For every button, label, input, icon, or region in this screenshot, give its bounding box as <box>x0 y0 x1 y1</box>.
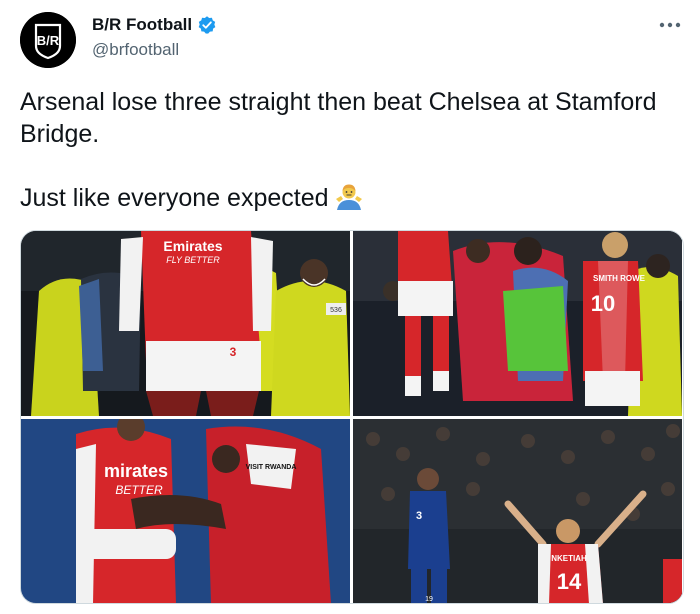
shirt-slogan: FLY BETTER <box>166 255 220 265</box>
tweet-line-1: Arsenal lose three straight then beat Ch… <box>20 88 657 148</box>
photo-arsenal-players-embrace[interactable]: mirates BETTER VISIT RWANDA <box>21 419 350 603</box>
media-grid: 20 536 Emirates FLY BETTER 3 <box>20 230 684 604</box>
steward-vest-text-2: 536 <box>330 307 342 314</box>
shirt-number: 10 <box>591 291 615 316</box>
verified-badge-icon <box>198 16 216 34</box>
chelsea-shorts-number: 19 <box>425 596 433 603</box>
tweet-header: B/R B/R Football @brfootball <box>20 12 684 68</box>
more-options-icon[interactable] <box>656 14 684 36</box>
account-names: B/R Football @brfootball <box>92 15 217 60</box>
photo-chelsea-and-arsenal-players[interactable]: 3 19 NKETIAH 14 <box>353 419 682 603</box>
person-shrugging-emoji-icon <box>335 184 362 210</box>
avatar-text: B/R <box>37 33 60 48</box>
account-handle[interactable]: @brfootball <box>92 40 217 60</box>
tweet-line-2: Just like everyone expected <box>20 182 680 214</box>
sleeve-text: VISIT RWANDA <box>246 464 297 471</box>
photo-arsenal-player-celebrating[interactable]: 20 536 Emirates FLY BETTER 3 <box>21 231 350 416</box>
shirt-name: SMITH ROWE <box>593 274 646 283</box>
br-logo-icon: B/R <box>20 12 76 68</box>
shirt-slogan: BETTER <box>115 483 163 497</box>
tweet-text: Arsenal lose three straight then beat Ch… <box>20 86 680 214</box>
chelsea-shirt-number: 3 <box>416 510 422 522</box>
avatar[interactable]: B/R <box>20 12 76 68</box>
photo-arsenal-team-huddle[interactable]: SMITH ROWE 10 <box>353 231 682 416</box>
arsenal-shirt-number: 14 <box>557 569 582 594</box>
shirt-sponsor: Emirates <box>163 238 222 254</box>
arsenal-shirt-name: NKETIAH <box>551 554 587 563</box>
account-name[interactable]: B/R Football <box>92 15 192 35</box>
tweet-line-2-text: Just like everyone expected <box>20 184 329 212</box>
shirt-sponsor: mirates <box>104 461 168 481</box>
shorts-number: 3 <box>230 345 237 359</box>
